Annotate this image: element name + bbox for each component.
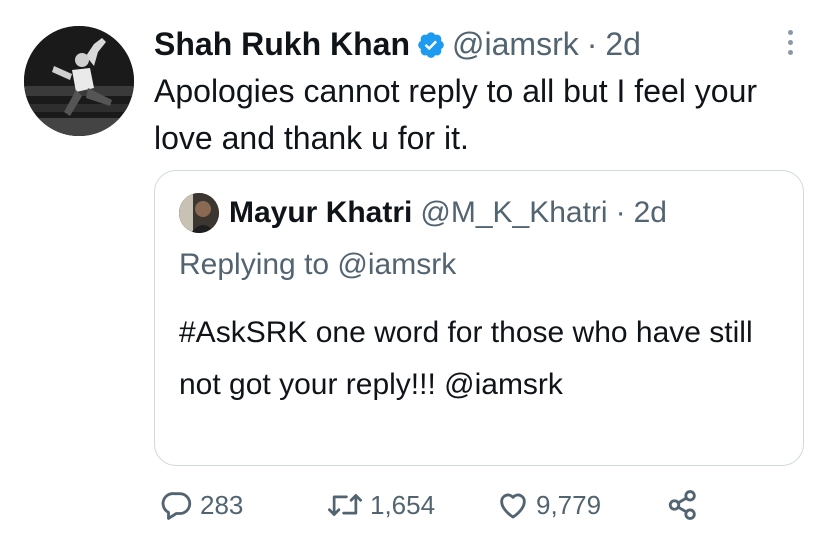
quoted-separator-dot: · xyxy=(615,196,626,229)
quoted-author-handle: @M_K_Khatri xyxy=(420,196,608,229)
share-icon xyxy=(668,490,696,520)
reply-bubble-icon xyxy=(161,492,192,520)
quoted-author-name: Mayur Khatri xyxy=(229,196,413,229)
quoted-tweet[interactable]: Mayur Khatri @M_K_Khatri · 2d Replying t… xyxy=(154,170,804,466)
quoted-header: Mayur Khatri @M_K_Khatri · 2d xyxy=(179,193,667,233)
separator-dot: · xyxy=(586,26,598,62)
author-photo xyxy=(24,26,134,136)
reply-button[interactable]: 283 xyxy=(160,488,326,522)
author-name[interactable]: Shah Rukh Khan xyxy=(154,24,410,64)
more-vertical-icon[interactable] xyxy=(780,24,800,60)
heart-icon xyxy=(500,493,526,519)
share-button[interactable] xyxy=(666,488,700,522)
quoted-avatar xyxy=(179,193,219,233)
quoted-time: 2d xyxy=(633,196,667,229)
action-bar: 283 1,654 9,779 xyxy=(160,488,700,522)
author-handle[interactable]: @iamsrk xyxy=(452,24,579,64)
verified-badge-icon xyxy=(416,29,446,59)
retweet-count: 1,654 xyxy=(370,489,436,520)
reply-count: 283 xyxy=(200,489,244,520)
tweet-time[interactable]: 2d xyxy=(605,24,641,64)
like-button[interactable]: 9,779 xyxy=(496,488,666,522)
tweet-text: Apologies cannot reply to all but I feel… xyxy=(154,73,758,156)
author-avatar[interactable] xyxy=(24,26,134,136)
tweet-header: Shah Rukh Khan @iamsrk · 2d xyxy=(154,24,641,64)
retweet-button[interactable]: 1,654 xyxy=(326,488,496,522)
quoted-text: #AskSRK one word for those who have stil… xyxy=(179,316,753,401)
retweet-icon xyxy=(328,494,362,516)
replying-to: Replying to @iamsrk xyxy=(179,248,457,281)
like-count: 9,779 xyxy=(536,489,602,520)
